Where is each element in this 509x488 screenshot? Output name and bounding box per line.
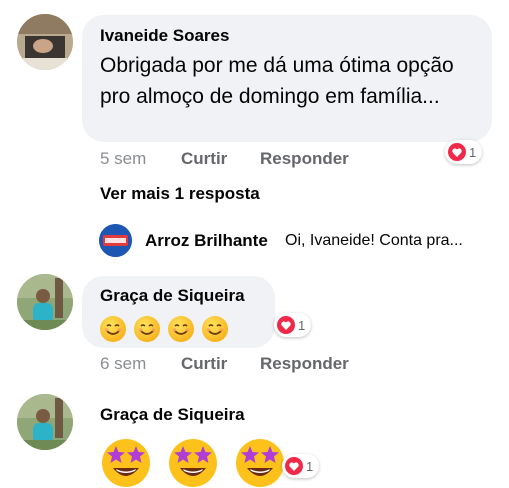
heart-icon <box>448 143 466 161</box>
reply-author[interactable]: Arroz Brilhante <box>145 231 268 251</box>
comment-text: Obrigada por me dá uma ótima opção pro a… <box>100 54 454 108</box>
view-more-replies-link[interactable]: Ver mais 1 resposta <box>100 184 260 204</box>
like-button[interactable]: Curtir <box>181 149 227 169</box>
avatar[interactable] <box>17 394 73 450</box>
star-struck-icon <box>236 439 284 487</box>
reaction-badge[interactable]: 1 <box>445 140 483 164</box>
reaction-count: 1 <box>298 317 306 333</box>
heart-icon <box>277 316 295 334</box>
star-struck-icon <box>169 439 217 487</box>
smiling-face-icon <box>134 316 160 342</box>
like-button[interactable]: Curtir <box>181 354 227 374</box>
smiling-face-icon <box>168 316 194 342</box>
reaction-count: 1 <box>306 458 314 474</box>
reaction-badge[interactable]: 1 <box>282 454 320 478</box>
comment-timestamp[interactable]: 6 sem <box>100 354 146 374</box>
smiling-face-icon <box>202 316 228 342</box>
smiling-face-icon <box>100 316 126 342</box>
heart-icon <box>285 457 303 475</box>
reply-button[interactable]: Responder <box>260 149 349 169</box>
comment-author[interactable]: Graça de Siqueira <box>100 286 245 306</box>
comment-author[interactable]: Graça de Siqueira <box>100 405 245 425</box>
avatar[interactable] <box>17 274 73 330</box>
comment-timestamp[interactable]: 5 sem <box>100 149 146 169</box>
star-struck-icon <box>102 439 150 487</box>
reply-button[interactable]: Responder <box>260 354 349 374</box>
page-avatar[interactable] <box>99 224 132 257</box>
avatar[interactable] <box>17 14 73 70</box>
reaction-badge[interactable]: 1 <box>274 313 312 337</box>
reaction-count: 1 <box>469 144 477 160</box>
comment-author[interactable]: Ivaneide Soares <box>100 26 229 46</box>
reply-preview-text[interactable]: Oi, Ivaneide! Conta pra... <box>285 232 463 250</box>
